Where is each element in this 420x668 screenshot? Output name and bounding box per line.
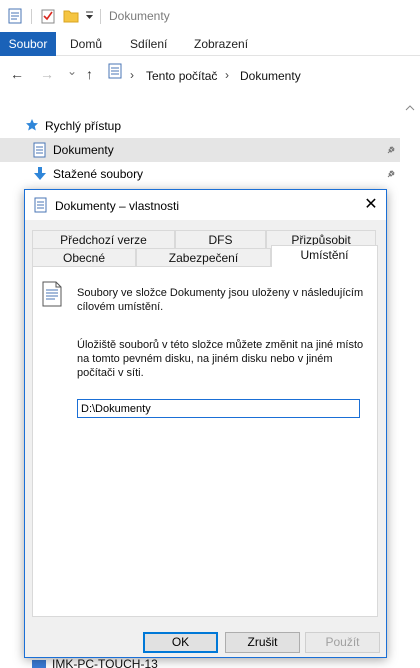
tab-dfs[interactable]: DFS (175, 230, 266, 249)
nav-item-computer[interactable]: IMK-PC-TOUCH-13 (32, 658, 232, 668)
nav-label: IMK-PC-TOUCH-13 (52, 657, 158, 668)
breadcrumb-separator: › (225, 68, 229, 82)
documents-icon (33, 142, 46, 161)
nav-item-documents[interactable]: Dokumenty (0, 138, 400, 162)
location-info-text: Soubory ve složce Dokumenty jsou uloženy… (77, 287, 364, 313)
tab-previous-versions[interactable]: Předchozí verze (32, 230, 175, 249)
computer-icon (32, 660, 46, 668)
nav-item-downloads[interactable]: Stažené soubory (0, 162, 400, 186)
window-title: Dokumenty (109, 9, 170, 23)
nav-label: Dokumenty (53, 143, 114, 157)
cancel-button[interactable]: Zrušit (225, 632, 300, 653)
download-icon (33, 166, 47, 185)
tab-file[interactable]: Soubor (0, 32, 56, 56)
forward-button[interactable]: → (40, 66, 54, 82)
tab-home[interactable]: Domů (70, 32, 102, 56)
apply-button[interactable]: Použít (305, 632, 380, 653)
breadcrumb-documents[interactable]: Dokumenty (240, 69, 301, 83)
toolbar-separator (100, 9, 101, 24)
dialog-title: Dokumenty – vlastnosti (55, 199, 180, 213)
breadcrumb-separator: › (130, 68, 134, 82)
nav-item-quick-access[interactable]: Rychlý přístup (0, 114, 400, 138)
properties-icon[interactable] (8, 8, 22, 27)
checklist-icon[interactable] (41, 8, 55, 27)
location-description: Úložiště souborů v této složce můžete zm… (77, 339, 364, 379)
title-bar: Dokumenty (0, 0, 420, 32)
tab-view[interactable]: Zobrazení (194, 32, 248, 56)
close-button[interactable]: ✕ (356, 190, 386, 220)
dialog-title-bar: Dokumenty – vlastnosti ✕ (25, 190, 386, 220)
ok-button[interactable]: OK (143, 632, 218, 653)
file-explorer-window: Dokumenty Soubor Domů Sdílení Zobrazení … (0, 0, 420, 668)
tab-general[interactable]: Obecné (32, 248, 136, 267)
this-pc-documents-icon (108, 63, 122, 82)
breadcrumb-this-pc[interactable]: Tento počítač (146, 69, 217, 83)
customize-toolbar-icon[interactable] (85, 10, 94, 25)
up-button[interactable]: ↑ (86, 66, 93, 82)
tab-location[interactable]: Umístění (271, 245, 378, 267)
ribbon-tabs: Soubor Domů Sdílení Zobrazení (0, 32, 420, 56)
star-icon (25, 118, 39, 135)
tab-security[interactable]: Zabezpečení (136, 248, 271, 267)
document-folder-icon (42, 281, 62, 310)
vertical-scrollbar[interactable] (400, 98, 420, 668)
pin-icon (386, 168, 396, 178)
recent-locations-button[interactable]: ⌄ (67, 64, 77, 78)
nav-label: Stažené soubory (53, 167, 144, 181)
pin-icon (386, 144, 396, 154)
tab-share[interactable]: Sdílení (130, 32, 167, 56)
location-panel: Soubory ve složce Dokumenty jsou uloženy… (32, 266, 378, 617)
properties-dialog: Dokumenty – vlastnosti ✕ Předchozí verze… (24, 189, 387, 658)
new-folder-icon[interactable] (63, 8, 79, 27)
nav-label: Rychlý přístup (45, 119, 122, 133)
back-button[interactable]: ← (10, 66, 24, 82)
location-path-input[interactable] (77, 399, 360, 418)
toolbar-separator (31, 9, 32, 24)
scroll-up-icon (405, 105, 415, 111)
documents-icon (34, 197, 47, 216)
